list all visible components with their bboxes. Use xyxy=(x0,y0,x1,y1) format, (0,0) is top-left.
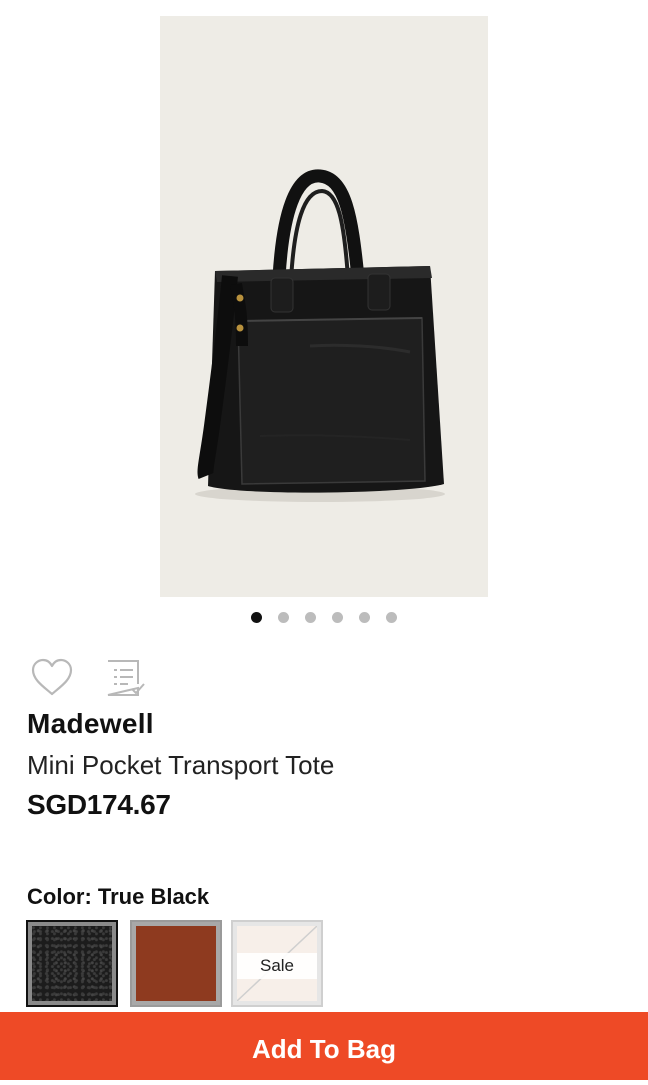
color-swatch-true-black[interactable] xyxy=(26,920,118,1007)
heart-outline-icon[interactable] xyxy=(30,658,74,698)
carousel-dot-4[interactable] xyxy=(332,612,343,623)
carousel-dot-2[interactable] xyxy=(278,612,289,623)
checklist-icon[interactable] xyxy=(104,658,146,698)
carousel-dot-6[interactable] xyxy=(386,612,397,623)
sale-badge: Sale xyxy=(237,953,317,979)
brand-name[interactable]: Madewell xyxy=(27,708,154,740)
product-image[interactable] xyxy=(160,16,488,597)
color-swatch-sale[interactable]: Sale xyxy=(231,920,323,1007)
tote-bag-illustration xyxy=(160,16,488,597)
add-to-bag-button[interactable]: Add To Bag xyxy=(0,1012,648,1080)
carousel-dot-3[interactable] xyxy=(305,612,316,623)
carousel-dot-1[interactable] xyxy=(251,612,262,623)
selected-color-label: Color: True Black xyxy=(27,884,210,909)
product-price: SGD174.67 xyxy=(27,789,171,820)
swatch-fill xyxy=(136,926,216,1001)
color-swatch-brown[interactable] xyxy=(130,920,222,1007)
product-title: Mini Pocket Transport Tote xyxy=(27,750,335,780)
swatch-fill: Sale xyxy=(237,926,317,1001)
image-carousel-dots[interactable] xyxy=(0,612,648,623)
carousel-dot-5[interactable] xyxy=(359,612,370,623)
swatch-fill xyxy=(32,926,112,1001)
